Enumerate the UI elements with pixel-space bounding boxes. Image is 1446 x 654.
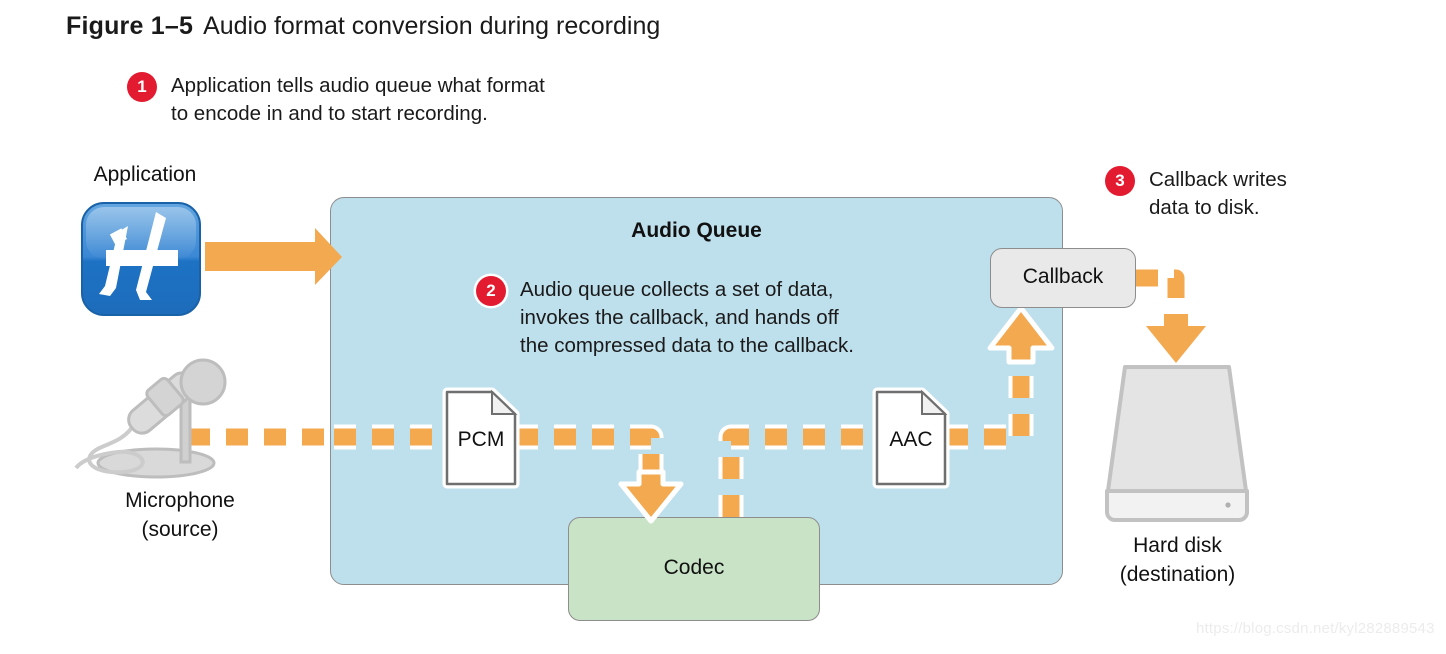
microphone-icon — [74, 358, 227, 479]
application-label: Application — [93, 163, 197, 186]
watermark: https://blog.csdn.net/kyl282889543 — [1196, 620, 1435, 637]
codec-label: Codec — [663, 556, 725, 579]
microphone-label: Microphone (source) — [125, 489, 235, 541]
step-callout-2: 2 Audio queue collects a set of data, in… — [476, 276, 854, 360]
hard-disk-icon — [1105, 365, 1249, 522]
flow-app-to-queue-arrow — [205, 228, 342, 285]
callback-label: Callback — [1022, 265, 1104, 288]
step-text-1: Application tells audio queue what forma… — [171, 74, 545, 125]
step-badge-3: 3 — [1105, 166, 1135, 196]
page-title: Figure 1–5 Audio format conversion during… — [66, 12, 660, 41]
flow-callback-to-disk — [1136, 269, 1206, 363]
step-text-2: Audio queue collects a set of data, invo… — [520, 278, 854, 357]
step-badge-1: 1 — [127, 72, 157, 102]
step-callout-3: 3 Callback writes data to disk. — [1105, 166, 1287, 222]
app-store-icon — [81, 202, 201, 316]
figure-caption: Audio format conversion during recording — [203, 12, 661, 40]
step-callout-1: 1 Application tells audio queue what for… — [127, 72, 545, 128]
figure-number: Figure 1–5 — [66, 12, 194, 40]
figure-canvas: Figure 1–5 Audio format conversion during… — [0, 0, 1446, 654]
step-badge-2: 2 — [476, 276, 506, 306]
harddisk-label: Hard disk (destination) — [1119, 534, 1236, 586]
audio-queue-title: Audio Queue — [631, 219, 762, 242]
step-text-3: Callback writes data to disk. — [1149, 168, 1287, 219]
